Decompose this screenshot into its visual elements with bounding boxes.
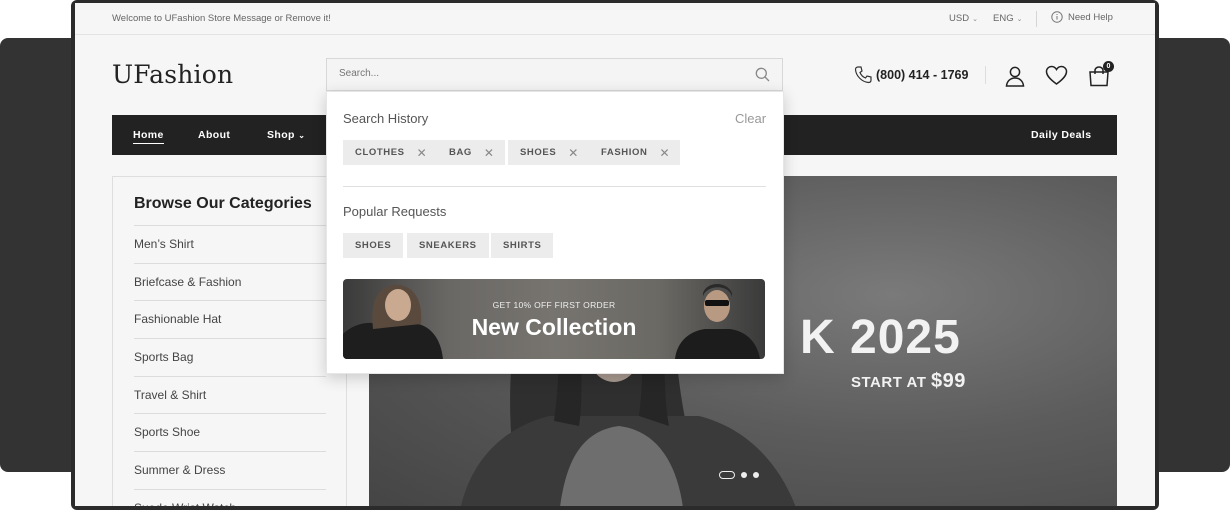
user-icon[interactable] bbox=[1004, 65, 1026, 87]
category-item[interactable]: Suede Wrist Watch bbox=[134, 488, 326, 506]
promo-title: New Collection bbox=[471, 314, 637, 340]
info-icon bbox=[1051, 11, 1063, 23]
currency-label: USD bbox=[949, 13, 970, 24]
history-tag[interactable]: SHOES ✕ bbox=[508, 140, 589, 165]
hero-headline: K 2025 bbox=[800, 311, 961, 364]
carousel-dot[interactable] bbox=[719, 471, 735, 479]
language-selector[interactable]: ENG ⌄ bbox=[993, 13, 1022, 24]
history-tag[interactable]: FASHION ✕ bbox=[589, 140, 681, 165]
phone-icon bbox=[854, 66, 872, 84]
carousel-dot[interactable] bbox=[741, 472, 747, 478]
nav-item-home[interactable]: Home bbox=[133, 129, 164, 144]
chevron-down-icon: ⌄ bbox=[1016, 16, 1023, 23]
nav-item-shop-label: Shop bbox=[267, 129, 295, 141]
close-icon[interactable]: ✕ bbox=[659, 146, 670, 160]
history-tag[interactable]: BAG ✕ bbox=[437, 140, 505, 165]
welcome-message: Welcome to UFashion Store Message or Rem… bbox=[112, 13, 331, 24]
category-item[interactable]: Sports Bag bbox=[134, 338, 326, 376]
history-tag-label: SHOES bbox=[520, 147, 557, 158]
divider bbox=[343, 186, 766, 187]
close-icon[interactable]: ✕ bbox=[568, 146, 579, 160]
clear-history-button[interactable]: Clear bbox=[735, 111, 766, 126]
search-history-title: Search History bbox=[343, 111, 429, 126]
category-item[interactable]: Summer & Dress bbox=[134, 451, 326, 489]
hero-price: $99 bbox=[931, 370, 966, 392]
divider bbox=[985, 66, 986, 84]
category-item[interactable]: Men’s Shirt bbox=[134, 225, 326, 263]
search-icon[interactable] bbox=[755, 67, 770, 82]
phone-number: (800) 414 - 1769 bbox=[876, 68, 969, 82]
chevron-down-icon: ⌄ bbox=[972, 16, 978, 23]
carousel-dot[interactable] bbox=[753, 472, 759, 478]
nav-item-about[interactable]: About bbox=[198, 129, 230, 141]
promo-banner[interactable]: GET 10% OFF FIRST ORDER New Collection bbox=[343, 279, 765, 359]
nav-item-shop[interactable]: Shop ⌄ bbox=[267, 129, 305, 141]
store-page: Welcome to UFashion Store Message or Rem… bbox=[75, 3, 1155, 506]
popular-tag[interactable]: SHIRTS bbox=[491, 233, 554, 258]
sidebar-title: Browse Our Categories bbox=[134, 195, 312, 212]
history-tag-label: CLOTHES bbox=[355, 147, 405, 158]
category-item[interactable]: Travel & Shirt bbox=[134, 375, 326, 414]
close-icon[interactable]: ✕ bbox=[484, 146, 495, 160]
history-tag[interactable]: CLOTHES ✕ bbox=[343, 140, 438, 165]
category-item[interactable]: Sports Shoe bbox=[134, 413, 326, 451]
hero-price-line: START AT $99 bbox=[851, 370, 966, 393]
logo[interactable]: UFashion bbox=[112, 60, 233, 89]
history-tag-label: FASHION bbox=[601, 147, 648, 158]
search-box[interactable] bbox=[326, 58, 783, 91]
category-item[interactable]: Briefcase & Fashion bbox=[134, 262, 326, 301]
top-bar: Welcome to UFashion Store Message or Rem… bbox=[75, 3, 1155, 35]
heart-icon[interactable] bbox=[1045, 65, 1068, 86]
category-list: Men’s Shirt Briefcase & Fashion Fashiona… bbox=[134, 225, 326, 506]
history-tag-label: BAG bbox=[449, 147, 472, 158]
need-help-label: Need Help bbox=[1068, 11, 1113, 23]
close-icon[interactable]: ✕ bbox=[417, 146, 428, 160]
language-label: ENG bbox=[993, 13, 1014, 24]
category-item[interactable]: Fashionable Hat bbox=[134, 300, 326, 338]
chevron-down-icon: ⌄ bbox=[298, 131, 306, 140]
popular-requests-title: Popular Requests bbox=[343, 204, 447, 219]
nav-item-daily-deals[interactable]: Daily Deals bbox=[1031, 129, 1091, 141]
category-sidebar: Browse Our Categories Men’s Shirt Briefc… bbox=[112, 176, 347, 506]
currency-selector[interactable]: USD ⌄ bbox=[949, 13, 978, 24]
hero-start-text: START AT bbox=[851, 374, 927, 391]
divider bbox=[1036, 11, 1037, 27]
carousel-dots bbox=[719, 471, 759, 479]
need-help-link[interactable]: Need Help bbox=[1051, 11, 1113, 23]
promo-offer-text: GET 10% OFF FIRST ORDER bbox=[492, 300, 616, 310]
popular-tag[interactable]: SHOES bbox=[343, 233, 404, 258]
cart-count-badge: 0 bbox=[1103, 61, 1114, 72]
phone-contact[interactable]: (800) 414 - 1769 bbox=[853, 65, 968, 85]
search-input[interactable] bbox=[339, 68, 719, 79]
search-dropdown: Search History Clear CLOTHES ✕ BAG ✕ SHOES… bbox=[326, 91, 784, 374]
popular-tag[interactable]: SNEAKERS bbox=[407, 233, 489, 258]
